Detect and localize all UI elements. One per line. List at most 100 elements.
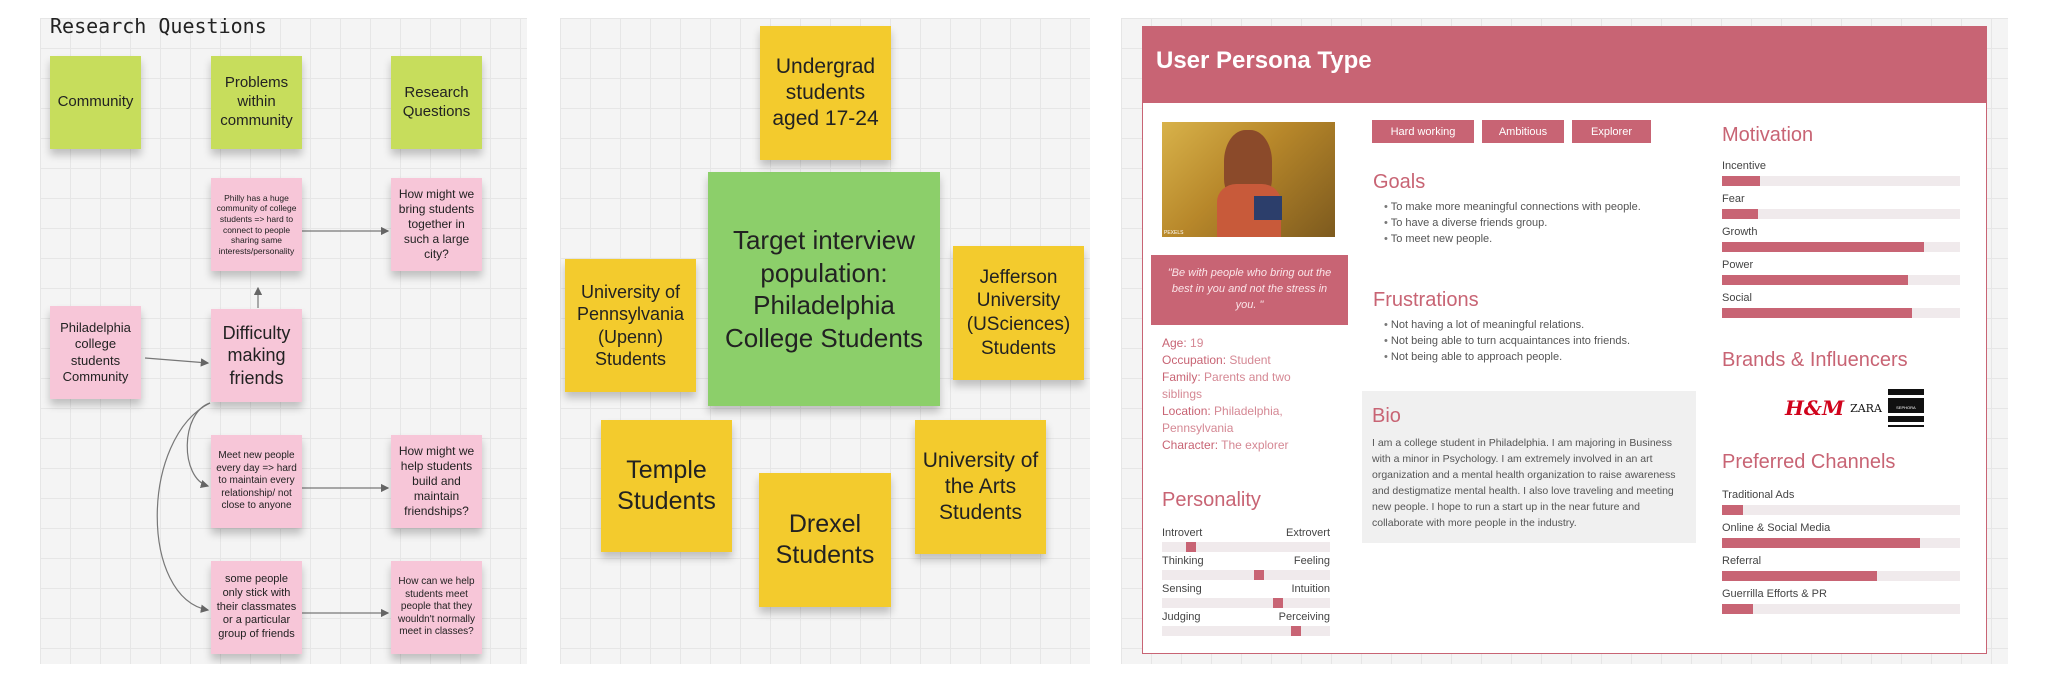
bar-track [1722,308,1960,318]
question-note[interactable]: How might we help students build and mai… [391,435,482,528]
bar-fill [1722,275,1908,285]
user-persona-board: User Persona Type PEXELS "Be with people… [1121,18,2008,664]
bar-label: Power [1722,259,1754,271]
difficulty-note[interactable]: Difficulty making friends [211,309,302,402]
motivation-bars: Incentive Fear Growth Power Social [1722,160,1960,318]
personality-left-label: Sensing [1162,583,1202,595]
fact-location: Location: Philadelphia, Pennsylvania [1162,403,1302,437]
personality-right-label: Intuition [1291,583,1330,595]
bar-fill [1722,505,1743,515]
problem-note[interactable]: some people only stick with their classm… [211,561,302,654]
persona-title: User Persona Type [1143,27,1986,103]
channels-title: Preferred Channels [1722,451,1896,473]
bar-track [1722,176,1960,186]
header-note-community[interactable]: Community [50,56,141,149]
sephora-logo-text: SEPHORA [1887,404,1924,411]
sephora-logo: SEPHORA [1887,389,1924,427]
bar-fill [1722,209,1758,219]
personality-title: Personality [1162,489,1261,511]
center-note[interactable]: Target interview population: Philadelphi… [708,172,940,406]
fact-value: Student [1229,353,1271,367]
personality-right-label: Feeling [1293,555,1330,567]
fact-family: Family: Parents and two siblings [1162,369,1302,403]
bar-label: Referral [1722,555,1762,567]
problem-note[interactable]: Philly has a huge community of college s… [211,178,302,271]
tag-hard-working: Hard working [1372,120,1474,143]
brands-title: Brands & Influencers [1722,349,1908,371]
zara-logo: ZARA [1850,401,1882,415]
fact-key: Occupation: [1162,353,1227,367]
motivation-title: Motivation [1722,124,1814,146]
bar-track [1722,505,1960,515]
fact-occupation: Occupation: Student [1162,352,1347,369]
bar-fill [1722,242,1924,252]
bar-label: Traditional Ads [1722,489,1795,501]
personality-track [1162,626,1330,636]
bar-label: Incentive [1722,160,1767,172]
persona-photo-books [1254,196,1282,220]
personality-marker [1273,598,1283,608]
personality-marker [1291,626,1301,636]
frustration-item: Not being able to approach people. [1384,349,1704,365]
tag-ambitious: Ambitious [1482,120,1564,143]
fact-key: Family: [1162,370,1201,384]
fact-value: 19 [1190,336,1204,350]
population-note[interactable]: Jefferson University (USciences) Student… [953,246,1084,380]
bar-track [1722,242,1960,252]
population-note[interactable]: University of the Arts Students [915,420,1046,554]
bio-title: Bio [1372,405,1401,427]
frustrations-title: Frustrations [1373,289,1479,311]
frustration-item: Not having a lot of meaningful relations… [1384,317,1704,333]
personality-track [1162,598,1330,608]
persona-photo-caption: PEXELS [1164,230,1184,236]
header-note-problems[interactable]: Problems within community [211,56,302,149]
population-note[interactable]: University of Pennsylvania (Upenn) Stude… [565,259,696,392]
goal-item: To meet new people. [1384,231,1684,247]
bar-label: Guerrilla Efforts & PR [1722,588,1827,600]
bar-fill [1722,571,1877,581]
bar-label: Fear [1722,193,1745,205]
persona-photo: PEXELS [1162,122,1335,237]
population-note[interactable]: Drexel Students [759,473,891,607]
bar-track [1722,538,1960,548]
question-note[interactable]: How can we help students meet people tha… [391,561,482,654]
personality-left-label: Introvert [1162,527,1203,539]
personality-track [1162,570,1330,580]
persona-card: User Persona Type PEXELS "Be with people… [1142,26,1987,654]
fact-key: Location: [1162,404,1211,418]
fact-character: Character: The explorer [1162,437,1347,454]
brand-logos: H&M ZARA SEPHORA [1785,387,1925,429]
frustrations-list: Not having a lot of meaningful relations… [1372,317,1704,365]
population-note[interactable]: Undergrad students aged 17-24 [760,26,891,160]
fact-value: The explorer [1221,438,1289,452]
goal-item: To have a diverse friends group. [1384,215,1684,231]
bar-label: Growth [1722,226,1758,238]
bio-text: I am a college student in Philadelphia. … [1372,437,1676,529]
hm-logo: H&M [1785,396,1845,420]
bar-label: Social [1722,292,1752,304]
fact-key: Age: [1162,336,1187,350]
bar-track [1722,571,1960,581]
personality-left-label: Judging [1162,611,1201,623]
bar-track [1722,209,1960,219]
problem-note[interactable]: Meet new people every day => hard to mai… [211,435,302,528]
population-note[interactable]: Temple Students [601,420,732,552]
tag-explorer: Explorer [1572,120,1651,143]
research-questions-board: Research Questions Community Problems wi… [40,18,527,664]
target-population-board: Target interview population: Philadelphi… [560,18,1090,664]
header-note-research-questions[interactable]: Research Questions [391,56,482,149]
bar-track [1722,604,1960,614]
channel-bars: Traditional Ads Online & Social Media Refe… [1722,489,1960,619]
bio-panel: Bio I am a college student in Philadelph… [1362,391,1696,543]
personality-right-label: Perceiving [1278,611,1330,623]
bar-fill [1722,308,1912,318]
bar-fill [1722,604,1753,614]
personality-right-label: Extrovert [1285,527,1330,539]
personality-sliders: Introvert Extrovert Thinking Feeling Sensing… [1162,527,1330,647]
bar-label: Online & Social Media [1722,522,1831,534]
bar-track [1722,275,1960,285]
fact-age: Age: 19 [1162,335,1347,352]
personality-marker [1254,570,1264,580]
question-note[interactable]: How might we bring students together in … [391,178,482,271]
community-note[interactable]: Philadelphia college students Community [50,306,141,399]
